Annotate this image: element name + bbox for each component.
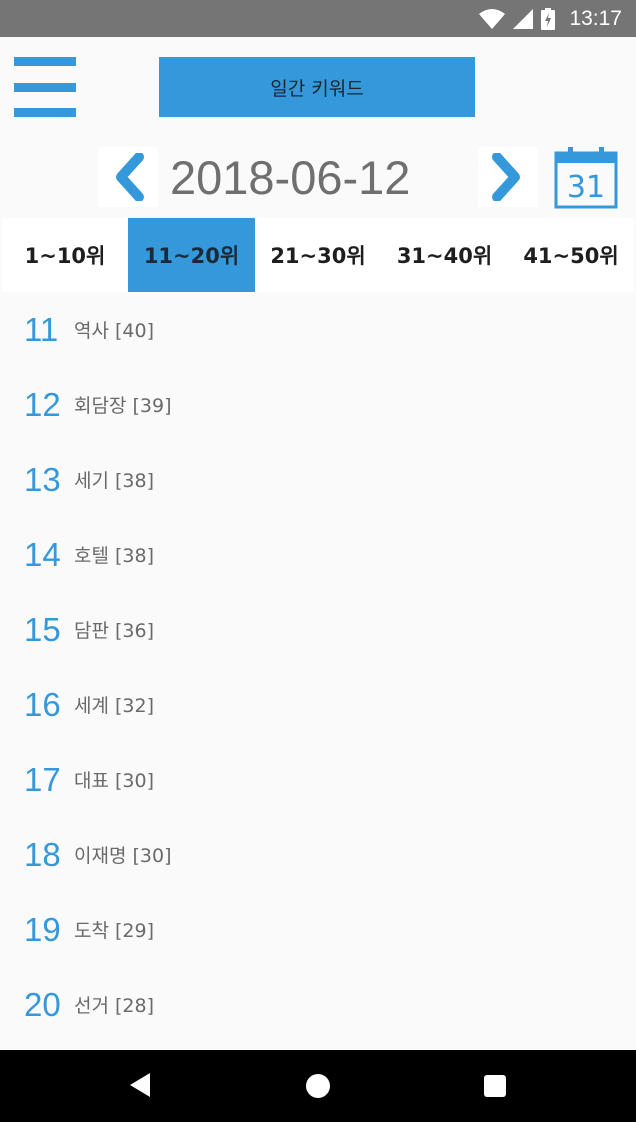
- signal-icon: [513, 8, 534, 29]
- rank-range-tabs: 1~10위 11~20위 21~30위 31~40위 41~50위: [2, 218, 634, 292]
- status-time: 13:17: [569, 6, 622, 30]
- keyword-text: 대표 [30]: [74, 770, 155, 792]
- calendar-day-text: 31: [567, 170, 605, 205]
- date-navigator: 2018-06-12 13 31: [2, 145, 634, 262]
- status-bar: 13:17: [0, 0, 636, 37]
- keyword-rank: 13: [24, 460, 61, 498]
- home-circle-icon[interactable]: [306, 1074, 330, 1098]
- keyword-row[interactable]: 13 세기 [38]: [2, 442, 634, 517]
- keyword-text: 담판 [36]: [74, 620, 155, 642]
- calendar-icon: 31: [554, 147, 618, 209]
- battery-charging-icon: [541, 7, 556, 30]
- chevron-left-icon: [116, 153, 144, 201]
- hamburger-icon-bar: [14, 57, 76, 66]
- prev-date-button[interactable]: [98, 147, 158, 207]
- keyword-rank: 20: [24, 985, 61, 1023]
- keyword-text: 세계 [32]: [74, 695, 155, 717]
- keyword-text: 이재명 [30]: [74, 845, 172, 867]
- tab-1-10[interactable]: 1~10위: [2, 218, 128, 292]
- recent-square-icon[interactable]: [484, 1075, 506, 1097]
- calendar-button[interactable]: 31: [554, 145, 618, 209]
- header: 일간 키워드 2018-06-12 13 31: [2, 37, 634, 262]
- wifi-icon: [479, 8, 506, 29]
- keyword-row[interactable]: 17 대표 [30]: [2, 742, 634, 817]
- keyword-rank: 14: [24, 535, 61, 573]
- menu-button[interactable]: [14, 57, 78, 117]
- keyword-rank: 19: [24, 910, 61, 948]
- keyword-rank: 11: [24, 310, 59, 348]
- keyword-rank: 16: [24, 685, 61, 723]
- chevron-right-icon: [492, 153, 520, 201]
- status-icons: 13:17: [479, 0, 622, 37]
- hamburger-icon-bar: [14, 82, 76, 92]
- daily-keyword-button[interactable]: 일간 키워드: [159, 57, 475, 117]
- keyword-row[interactable]: 16 세계 [32]: [2, 667, 634, 742]
- tab-11-20[interactable]: 11~20위: [128, 218, 255, 292]
- keyword-text: 도착 [29]: [74, 920, 155, 942]
- keyword-row[interactable]: 19 도착 [29]: [2, 892, 634, 967]
- system-nav-bar: [0, 1050, 636, 1122]
- keyword-row[interactable]: 20 선거 [28]: [2, 967, 634, 1042]
- keyword-rank: 15: [24, 610, 61, 648]
- keyword-row[interactable]: 12 회담장 [39]: [2, 367, 634, 442]
- keyword-text: 선거 [28]: [74, 995, 155, 1017]
- keyword-text: 역사 [40]: [74, 320, 155, 342]
- back-triangle-icon[interactable]: [128, 1072, 152, 1098]
- keyword-rank: 18: [24, 835, 61, 873]
- next-date-button[interactable]: [478, 147, 538, 207]
- keyword-text: 회담장 [39]: [74, 395, 172, 417]
- keyword-row[interactable]: 14 호텔 [38]: [2, 517, 634, 592]
- keyword-row[interactable]: 15 담판 [36]: [2, 592, 634, 667]
- keyword-text: 호텔 [38]: [74, 545, 155, 567]
- keyword-rank: 17: [24, 760, 61, 798]
- keyword-row[interactable]: 11 역사 [40]: [2, 292, 634, 367]
- keyword-row[interactable]: 18 이재명 [30]: [2, 817, 634, 892]
- tab-21-30[interactable]: 21~30위: [255, 218, 381, 292]
- keyword-text: 세기 [38]: [74, 470, 155, 492]
- keyword-rank: 12: [24, 385, 61, 423]
- keyword-list: 11 역사 [40] 12 회담장 [39] 13 세기 [38] 14 호텔 [38]…: [2, 292, 634, 1042]
- hamburger-icon-bar: [14, 108, 76, 117]
- app-screen: 일간 키워드 2018-06-12 13 31: [2, 37, 634, 1050]
- tab-31-40[interactable]: 31~40위: [381, 218, 508, 292]
- tab-41-50[interactable]: 41~50위: [508, 218, 634, 292]
